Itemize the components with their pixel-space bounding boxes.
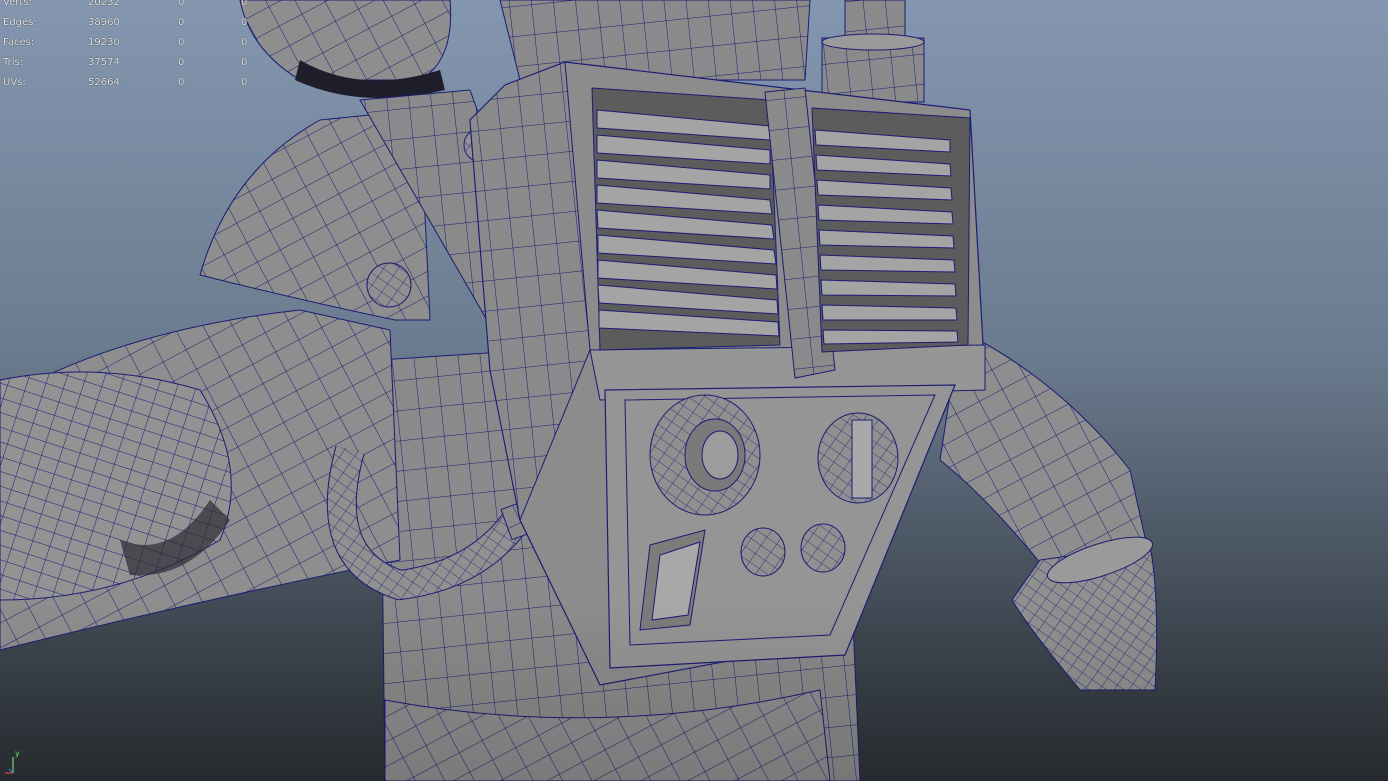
hud-row-uvs: UVs: 52664 0 0 <box>0 73 260 93</box>
hud-component: 0 <box>241 37 248 48</box>
hud-total: 38960 <box>88 17 120 28</box>
hud-label: Edges: <box>3 17 37 28</box>
hud-total: 37574 <box>88 57 120 68</box>
hud-row-faces: Faces: 19230 0 0 <box>0 33 260 53</box>
poly-count-hud: Verts: 20232 0 0 Edges: 38960 0 0 Faces:… <box>0 0 260 93</box>
wireframe-model-icon <box>0 0 1388 781</box>
axis-gizmo-icon <box>5 757 14 774</box>
hud-selected: 0 <box>178 37 185 48</box>
hud-row-edges: Edges: 38960 0 0 <box>0 13 260 33</box>
hud-label: UVs: <box>3 77 26 88</box>
hud-component: 0 <box>241 57 248 68</box>
hud-label: Faces: <box>3 37 35 48</box>
hud-selected: 0 <box>178 57 185 68</box>
hud-row-verts: Verts: 20232 0 0 <box>0 0 260 13</box>
hud-selected: 0 <box>178 77 185 88</box>
hud-total: 19230 <box>88 37 120 48</box>
hud-total: 52664 <box>88 77 120 88</box>
hud-label: Verts: <box>3 0 32 8</box>
hud-selected: 0 <box>178 0 185 8</box>
hud-selected: 0 <box>178 17 185 28</box>
hud-component: 0 <box>241 0 248 8</box>
view-axis-gizmo: y <box>4 749 24 775</box>
hud-row-tris: Tris: 37574 0 0 <box>0 53 260 73</box>
hud-total: 20232 <box>88 0 120 8</box>
hud-component: 0 <box>241 17 248 28</box>
hud-label: Tris: <box>3 57 24 68</box>
axis-y-label: y <box>15 749 20 758</box>
hud-component: 0 <box>241 77 248 88</box>
viewport-3d[interactable] <box>0 0 1388 781</box>
